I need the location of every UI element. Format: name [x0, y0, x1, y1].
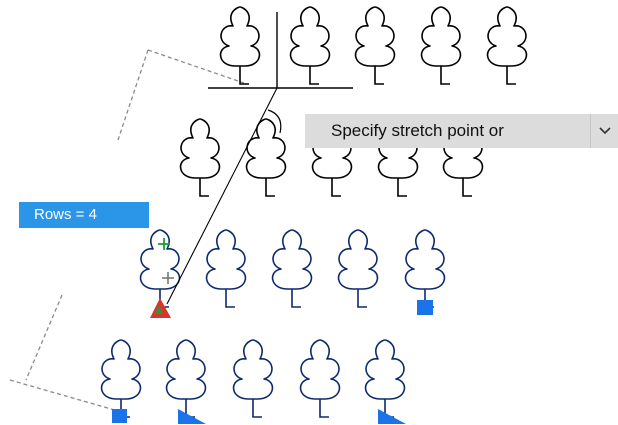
rows-tooltip: Rows = 4 [19, 202, 149, 228]
hot-grip-icon[interactable] [150, 298, 171, 318]
command-prompt[interactable]: Specify stretch point or [305, 114, 618, 148]
array-row-1 [219, 6, 528, 85]
tree-symbol-selected[interactable] [299, 339, 341, 418]
tree-symbol[interactable] [179, 118, 221, 197]
triangle-grip[interactable] [378, 409, 406, 424]
square-grip[interactable] [417, 300, 433, 315]
command-prompt-text: Specify stretch point or [331, 121, 504, 140]
tree-symbol-selected[interactable] [404, 229, 446, 308]
tree-symbol[interactable] [219, 6, 261, 85]
tree-symbol[interactable] [420, 6, 462, 85]
tree-symbol-selected[interactable] [232, 339, 274, 418]
preview-dashed-line-lower-left [25, 294, 63, 381]
tree-symbol-selected[interactable] [100, 339, 142, 418]
tree-symbol-selected[interactable] [139, 229, 181, 308]
preview-dashed-line-left [117, 49, 149, 141]
triangle-grip[interactable] [178, 409, 206, 424]
array-row-3 [139, 229, 446, 308]
tree-symbol-selected[interactable] [165, 339, 207, 418]
tree-symbol[interactable] [245, 118, 287, 197]
tree-symbol[interactable] [289, 6, 331, 85]
tree-symbol-selected[interactable] [205, 229, 247, 308]
tree-symbol-selected[interactable] [337, 229, 379, 308]
tree-symbol[interactable] [354, 6, 396, 85]
array-row-4 [100, 339, 406, 418]
chevron-down-icon[interactable] [590, 114, 618, 148]
tree-symbol-selected[interactable] [364, 339, 406, 418]
rows-tooltip-text: Rows = 4 [34, 206, 97, 223]
tree-symbol[interactable] [486, 6, 528, 85]
square-grip[interactable] [112, 409, 127, 423]
tree-symbol-selected[interactable] [271, 229, 313, 308]
